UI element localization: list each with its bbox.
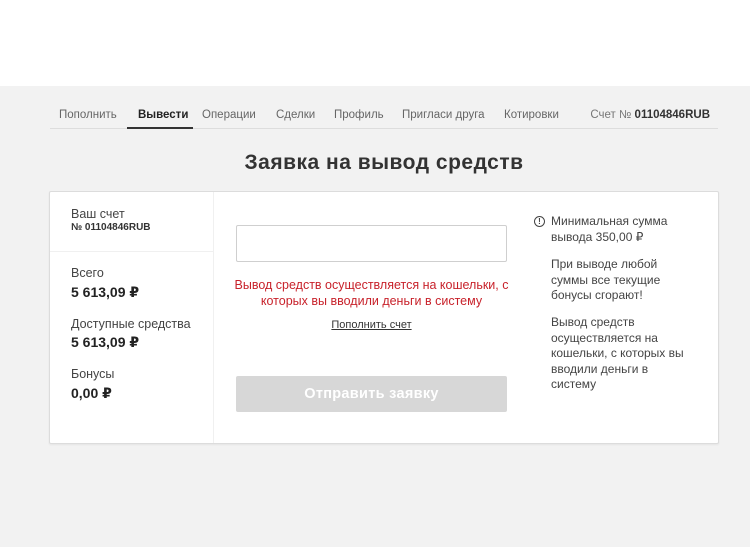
tab-deals[interactable]: Сделки — [276, 109, 315, 121]
tab-invite-friend[interactable]: Пригласи друга — [402, 109, 485, 121]
account-info: Счет № 01104846RUB — [590, 109, 710, 121]
wallet-note: Вывод средств осуществляется на кошельки… — [551, 315, 684, 391]
amount-input[interactable] — [236, 225, 507, 262]
bonus-value: 0,00 ₽ — [71, 385, 112, 401]
account-prefix: Счет № — [590, 109, 632, 121]
tab-operations[interactable]: Операции — [202, 109, 256, 121]
tab-quotes[interactable]: Котировки — [504, 109, 559, 121]
account-number: 01104846RUB — [634, 109, 710, 121]
available-value: 5 613,09 ₽ — [71, 334, 140, 350]
account-nav: Пополнить Вывести Операции Сделки Профил… — [50, 101, 718, 129]
bonus-note: При выводе любой суммы все текущие бонус… — [551, 257, 661, 302]
topup-link[interactable]: Пополнить счет — [226, 319, 517, 331]
active-tab-indicator — [127, 127, 193, 129]
page-title: Заявка на вывод средств — [244, 151, 524, 174]
withdraw-card: Ваш счет № 01104846RUB Всего 5 613,09 ₽ … — [49, 191, 719, 444]
tab-deposit[interactable]: Пополнить — [59, 109, 117, 121]
divider — [50, 251, 214, 252]
top-banner — [0, 0, 750, 86]
total-label: Всего — [71, 266, 104, 280]
submit-request-button[interactable]: Отправить заявку — [236, 376, 507, 412]
summary-account-number: № 01104846RUB — [71, 222, 151, 233]
withdraw-warning: Вывод средств осуществляется на кошельки… — [234, 278, 509, 308]
available-label: Доступные средства — [71, 317, 191, 331]
account-label: Ваш счет — [71, 207, 125, 221]
balance-summary: Ваш счет № 01104846RUB Всего 5 613,09 ₽ … — [50, 192, 214, 443]
min-amount-note: Минимальная сумма вывода 350,00 ₽ — [551, 214, 668, 244]
tab-withdraw[interactable]: Вывести — [138, 109, 188, 121]
info-icon: ! — [534, 216, 545, 227]
total-value: 5 613,09 ₽ — [71, 284, 140, 300]
bonus-label: Бонусы — [71, 367, 115, 381]
tab-profile[interactable]: Профиль — [334, 109, 384, 121]
